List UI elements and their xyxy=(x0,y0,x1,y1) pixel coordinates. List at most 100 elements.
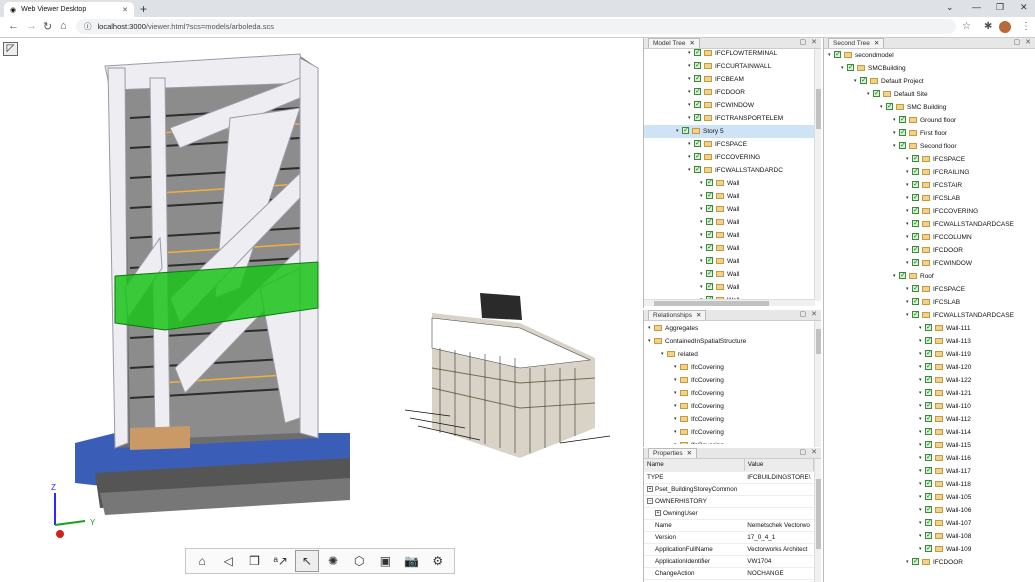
property-row[interactable]: Name Nemetschek Vectorwo xyxy=(644,519,814,532)
visibility-checkbox[interactable] xyxy=(925,477,932,490)
home-view-icon[interactable]: ⌂ xyxy=(190,550,214,572)
expand-icon[interactable]: + xyxy=(647,485,653,492)
visibility-checkbox[interactable] xyxy=(706,189,713,202)
tree-node[interactable]: ▾IfcCovering xyxy=(644,361,814,374)
tree-node[interactable]: ▾IFCCOVERING xyxy=(644,150,814,164)
tree-node[interactable]: ▾IFCSLAB xyxy=(824,191,1035,205)
visibility-checkbox[interactable] xyxy=(694,111,701,124)
relationships-scrollbar[interactable] xyxy=(814,321,821,447)
close-window-button[interactable]: ✕ xyxy=(1020,2,1028,13)
tree-node[interactable]: ▾SMC Building xyxy=(824,100,1035,114)
visibility-checkbox[interactable] xyxy=(925,347,932,360)
property-row[interactable]: ApplicationFullName Vectorworks Architect xyxy=(644,543,814,556)
tree-node[interactable]: ▾Wall xyxy=(644,267,814,281)
scene-canvas[interactable]: Z Y xyxy=(0,38,642,582)
visibility-checkbox[interactable] xyxy=(925,412,932,425)
visibility-checkbox[interactable] xyxy=(925,438,932,451)
visibility-checkbox[interactable] xyxy=(925,425,932,438)
tree-node[interactable]: ▾IFCDOOR xyxy=(824,243,1035,257)
visibility-checkbox[interactable] xyxy=(694,98,701,111)
visibility-checkbox[interactable] xyxy=(886,100,893,113)
tree-node[interactable]: ▾IfcCovering xyxy=(644,439,814,444)
tree-node[interactable]: ▾Default Site xyxy=(824,87,1035,101)
visibility-checkbox[interactable] xyxy=(925,490,932,503)
property-row[interactable]: Version 17_0_4_1 xyxy=(644,531,814,544)
visibility-checkbox[interactable] xyxy=(706,241,713,254)
camera-snapshot-icon[interactable]: 📷 xyxy=(400,550,424,572)
collapse-icon[interactable]: − xyxy=(647,497,653,504)
maximize-icon[interactable]: ▢ xyxy=(1014,38,1021,46)
tree-node[interactable]: ▾IFCCURTAINWALL xyxy=(644,59,814,73)
visibility-checkbox[interactable] xyxy=(706,280,713,293)
visibility-checkbox[interactable] xyxy=(694,72,701,85)
tree-node[interactable]: ▾ ContainedInSpatialStructure xyxy=(644,335,814,348)
tree-node[interactable]: ▾secondmodel xyxy=(824,49,1035,62)
tree-node[interactable]: ▾Wall xyxy=(644,254,814,268)
avatar[interactable] xyxy=(999,21,1011,33)
visibility-checkbox[interactable] xyxy=(694,163,701,176)
column-header-name[interactable]: Name xyxy=(644,459,745,472)
maximize-icon[interactable]: ▢ xyxy=(800,310,807,318)
visibility-checkbox[interactable] xyxy=(694,150,701,163)
visibility-checkbox[interactable] xyxy=(834,49,841,61)
url-field[interactable]: ⓘ localhost:3000/viewer.html?scs=models/… xyxy=(76,19,956,34)
3d-viewport[interactable]: ◸ Z Y ⌂ ◁ ❒ ᵃ↗ ↖ ✺ ⬡ ▣ 📷 ⚙ xyxy=(0,38,642,582)
visibility-checkbox[interactable] xyxy=(706,228,713,241)
visibility-checkbox[interactable] xyxy=(912,308,919,321)
tree-node[interactable]: ▾Wall xyxy=(644,280,814,294)
visibility-checkbox[interactable] xyxy=(912,217,919,230)
tree-node[interactable]: ▾IFCRAILING xyxy=(824,165,1035,179)
tab-relationships[interactable]: Relationships ✕ xyxy=(648,310,707,320)
tree-node[interactable]: ▾Story 5 xyxy=(644,124,814,138)
visibility-checkbox[interactable] xyxy=(912,191,919,204)
column-header-value[interactable]: Value xyxy=(744,459,815,472)
visibility-checkbox[interactable] xyxy=(706,176,713,189)
visibility-checkbox[interactable] xyxy=(912,152,919,165)
visibility-checkbox[interactable] xyxy=(694,47,701,59)
visibility-checkbox[interactable] xyxy=(912,165,919,178)
visibility-checkbox[interactable] xyxy=(925,386,932,399)
star-icon[interactable]: ☆ xyxy=(962,21,971,32)
tree-node[interactable]: ▾IFCSPACE xyxy=(644,137,814,151)
tree-node[interactable]: ▾IfcCovering xyxy=(644,413,814,426)
back-icon[interactable]: ← xyxy=(8,20,19,32)
visibility-checkbox[interactable] xyxy=(925,464,932,477)
model-tree-hscrollbar[interactable] xyxy=(644,299,815,306)
extensions-icon[interactable]: ✱ xyxy=(984,21,992,32)
visibility-checkbox[interactable] xyxy=(925,373,932,386)
tab-second-tree[interactable]: Second Tree ✕ xyxy=(828,38,885,48)
visibility-checkbox[interactable] xyxy=(899,126,906,139)
select-pointer-icon[interactable]: ↖ xyxy=(294,550,319,572)
visibility-checkbox[interactable] xyxy=(925,529,932,542)
properties-scrollbar[interactable] xyxy=(814,459,821,582)
property-row[interactable]: ChangeAction NOCHANGE xyxy=(644,567,814,580)
property-row[interactable]: TYPE IFCBUILDINGSTORE\ xyxy=(644,471,814,484)
forward-icon[interactable]: → xyxy=(26,20,37,32)
visibility-checkbox[interactable] xyxy=(694,137,701,150)
cube-view-icon[interactable]: ❒ xyxy=(242,550,266,572)
reload-icon[interactable]: ↻ xyxy=(43,20,52,33)
close-icon[interactable]: ✕ xyxy=(687,449,692,458)
maximize-icon[interactable]: ▢ xyxy=(800,38,807,46)
visibility-checkbox[interactable] xyxy=(925,321,932,334)
tree-node[interactable]: ▾IFCTRANSPORTELEM xyxy=(644,111,814,125)
tree-node[interactable]: ▾Wall xyxy=(644,215,814,229)
visibility-checkbox[interactable] xyxy=(899,269,906,282)
maximize-icon[interactable]: ▢ xyxy=(800,448,807,456)
tree-node[interactable]: ▾IFCSLAB xyxy=(824,295,1035,309)
tree-node[interactable]: ▾IFCDOOR xyxy=(824,555,1035,569)
tab-properties[interactable]: Properties ✕ xyxy=(648,448,698,458)
tree-node[interactable]: ▾IfcCovering xyxy=(644,374,814,387)
property-row[interactable]: − OWNERHISTORY xyxy=(644,495,814,508)
visibility-checkbox[interactable] xyxy=(925,399,932,412)
visibility-checkbox[interactable] xyxy=(912,243,919,256)
expand-icon[interactable]: + xyxy=(655,509,661,516)
property-row[interactable]: + Pset_BuildingStoreyCommon xyxy=(644,483,814,496)
visibility-checkbox[interactable] xyxy=(706,215,713,228)
tree-node[interactable]: ▾Second floor xyxy=(824,139,1035,153)
visibility-checkbox[interactable] xyxy=(912,555,919,568)
property-row[interactable]: ApplicationIdentifier VW1704 xyxy=(644,555,814,568)
browser-tab[interactable]: ◉ Web Viewer Desktop ✕ xyxy=(4,2,134,17)
tree-node[interactable]: ▾Wall xyxy=(644,189,814,203)
tree-node[interactable]: ▾IFCWALLSTANDARDC xyxy=(644,163,814,177)
